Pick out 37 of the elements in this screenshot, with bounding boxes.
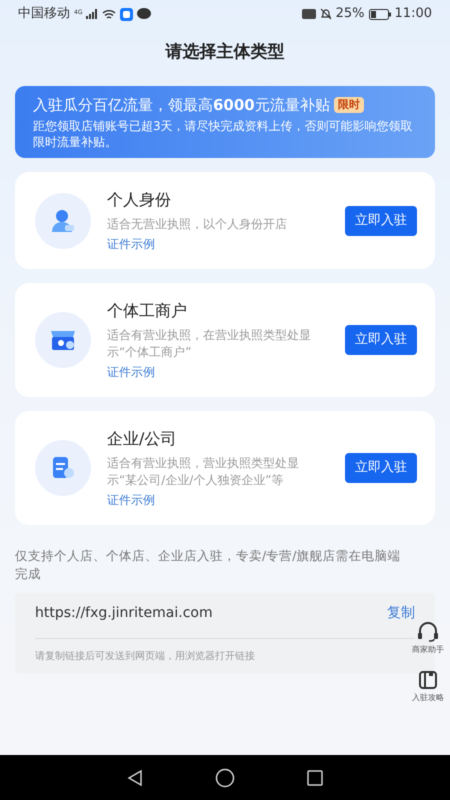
page-title: 请选择主体类型 (164, 41, 286, 64)
book-icon (418, 670, 438, 690)
sample-link[interactable]: 证件示例 (107, 491, 329, 509)
carrier-name: 中国移动 (18, 5, 70, 24)
option-title: 企业/公司 (107, 428, 178, 450)
link-url: https://fxg.jinritemai.com (35, 604, 213, 623)
promo-headline: 入驻瓜分百亿流量，领最高6000元流量补贴 (33, 94, 330, 116)
join-button[interactable]: 立即入驻 (345, 325, 417, 355)
option-description: 适合有营业执照，营业执照类型处显示“某公司/企业/个人独资企业”等 (107, 455, 300, 489)
sample-link[interactable]: 证件示例 (107, 235, 329, 253)
floating-shortcut[interactable]: 入驻攻略 (412, 670, 444, 704)
battery-percentage: 25% (336, 5, 365, 24)
promo-message: 距您领取店铺账号已超3天，请尽快完成资料上传，否则可能影响您领取限时流量补贴。 (33, 118, 414, 150)
recent-apps-icon[interactable] (306, 768, 324, 786)
option-description: 适合无营业执照，以个人身份开店 (107, 216, 288, 233)
home-icon[interactable] (214, 768, 235, 788)
limited-time-tag: 限时 (334, 96, 364, 113)
document-icon (50, 455, 76, 481)
headset-icon (417, 622, 439, 642)
option-description: 适合有营业执照，在营业执照类型处显示“个体工商户” (107, 327, 312, 361)
notice-text: 仅支持个人店、个体店、企业店入驻，专卖/专营/旗舰店需在电脑端完成 (15, 547, 402, 583)
sample-link[interactable]: 证件示例 (107, 363, 329, 381)
mute-bell-icon (320, 8, 332, 20)
option-title: 个人身份 (107, 189, 172, 211)
floating-shortcut[interactable]: 商家助手 (412, 622, 444, 656)
join-button[interactable]: 立即入驻 (345, 206, 417, 236)
back-icon[interactable] (126, 768, 144, 786)
link-hint: 请复制链接后可发送到网页端，用浏览器打开链接 (35, 650, 256, 664)
copy-button[interactable]: 复制 (387, 603, 415, 624)
clock-time: 11:00 (394, 5, 432, 24)
app-notification-icon (120, 8, 134, 20)
option-title: 个体工商户 (107, 300, 188, 322)
signal-icon (86, 9, 98, 19)
join-button[interactable]: 立即入驻 (345, 453, 417, 483)
wifi-icon (102, 8, 116, 20)
person-icon (50, 208, 76, 234)
battery-icon (368, 8, 391, 20)
